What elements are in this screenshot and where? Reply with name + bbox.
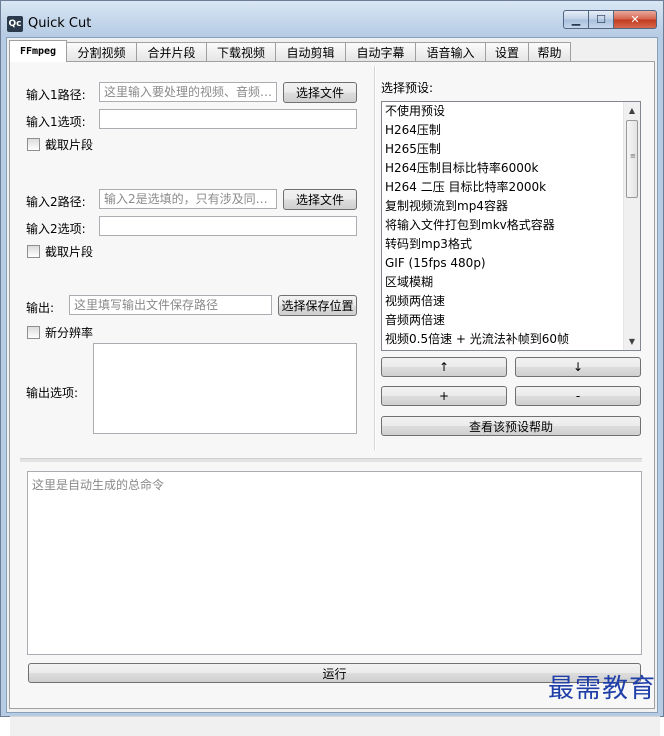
list-item[interactable]: GIF (15fps 480p) — [382, 254, 640, 273]
command-field[interactable] — [27, 471, 642, 655]
tab-ffmpeg[interactable]: FFmpeg — [9, 40, 67, 62]
list-item[interactable]: H264压制 — [382, 121, 640, 140]
client-area: FFmpeg 分割视频 合并片段 下载视频 自动剪辑 自动字幕 语音输入 设置 … — [6, 37, 660, 736]
maximize-icon: ☐ — [596, 13, 606, 26]
tab-help[interactable]: 帮助 — [528, 42, 571, 62]
ffmpeg-panel: 输入1路径: 选择文件 输入1选项: 截取片段 输入2路径: 选择文件 输入2选… — [9, 61, 660, 736]
input2-options-field[interactable] — [99, 216, 357, 236]
checkbox-icon — [27, 245, 40, 258]
list-item[interactable]: 不使用预设 — [382, 102, 640, 121]
add-preset-button[interactable]: + — [381, 386, 507, 406]
output-label: 输出: — [26, 301, 55, 315]
input1-options-label: 输入1选项: — [26, 115, 86, 129]
close-icon: ✕ — [630, 13, 640, 26]
checkbox-icon — [27, 326, 40, 339]
maximize-button[interactable]: ☐ — [589, 10, 614, 29]
tab-merge-clips[interactable]: 合并片段 — [136, 42, 207, 62]
new-resolution-label: 新分辨率 — [45, 326, 94, 340]
input1-clip-checkbox[interactable]: 截取片段 — [27, 136, 93, 153]
new-resolution-checkbox[interactable]: 新分辨率 — [27, 324, 93, 341]
title-bar[interactable]: Qc Quick Cut ▁ ☐ ✕ — [1, 1, 663, 37]
output-options-field[interactable] — [93, 343, 357, 434]
tab-voice-input[interactable]: 语音输入 — [415, 42, 486, 62]
input1-clip-label: 截取片段 — [45, 138, 94, 152]
output-path-field[interactable] — [69, 295, 272, 315]
list-item[interactable]: H264压制目标比特率6000k — [382, 159, 640, 178]
scrollbar-thumb[interactable]: ≡ — [626, 120, 638, 198]
scroll-down-icon[interactable]: ▼ — [624, 333, 640, 350]
tab-bar: FFmpeg 分割视频 合并片段 下载视频 自动剪辑 自动字幕 语音输入 设置 … — [9, 40, 571, 62]
input1-choose-file-button[interactable]: 选择文件 — [283, 82, 357, 103]
list-item[interactable]: 区域模糊 — [382, 273, 640, 292]
tab-auto-edit[interactable]: 自动剪辑 — [275, 42, 346, 62]
minimize-button[interactable]: ▁ — [563, 10, 589, 29]
input2-clip-checkbox[interactable]: 截取片段 — [27, 243, 93, 260]
input2-choose-file-button[interactable]: 选择文件 — [283, 189, 357, 210]
tab-auto-subtitle[interactable]: 自动字幕 — [345, 42, 416, 62]
close-button[interactable]: ✕ — [614, 10, 657, 29]
input1-options-field[interactable] — [99, 109, 357, 129]
choose-save-location-button[interactable]: 选择保存位置 — [278, 295, 357, 316]
move-preset-up-button[interactable]: ↑ — [381, 357, 507, 377]
scroll-up-icon[interactable]: ▲ — [624, 102, 640, 119]
list-item[interactable]: H265压制 — [382, 140, 640, 159]
input1-path-field[interactable] — [99, 82, 277, 102]
list-item[interactable]: 将输入文件打包到mkv格式容器 — [382, 216, 640, 235]
app-icon: Qc — [7, 16, 23, 32]
preset-list[interactable]: 不使用预设 H264压制 H265压制 H264压制目标比特率6000k H26… — [381, 101, 641, 351]
remove-preset-button[interactable]: - — [515, 386, 641, 406]
status-bar — [10, 716, 660, 736]
app-window: Qc Quick Cut ▁ ☐ ✕ FFmpeg 分割视频 合并片段 下载视频… — [0, 0, 664, 736]
checkbox-icon — [27, 138, 40, 151]
list-item[interactable]: H264 二压 目标比特率2000k — [382, 178, 640, 197]
input2-path-label: 输入2路径: — [26, 195, 86, 209]
window-controls: ▁ ☐ ✕ — [563, 10, 657, 29]
move-preset-down-button[interactable]: ↓ — [515, 357, 641, 377]
tab-split-video[interactable]: 分割视频 — [66, 42, 137, 62]
window-title: Quick Cut — [28, 16, 92, 31]
grip-icon: ≡ — [630, 152, 636, 160]
input2-path-field[interactable] — [99, 189, 277, 209]
preset-list-scrollbar[interactable]: ▲ ≡ ▼ — [623, 102, 640, 350]
tab-download-video[interactable]: 下载视频 — [206, 42, 276, 62]
list-item[interactable]: 音频两倍速 — [382, 311, 640, 330]
list-item[interactable]: 复制视频流到mp4容器 — [382, 197, 640, 216]
list-item[interactable]: 转码到mp3格式 — [382, 235, 640, 254]
input1-path-label: 输入1路径: — [26, 88, 86, 102]
preset-help-button[interactable]: 查看该预设帮助 — [381, 416, 641, 436]
list-item[interactable]: 视频两倍速 — [382, 292, 640, 311]
tab-settings[interactable]: 设置 — [485, 42, 529, 62]
presets-label: 选择预设: — [381, 81, 434, 95]
minimize-icon: ▁ — [571, 13, 581, 26]
input2-options-label: 输入2选项: — [26, 222, 86, 236]
watermark-text: 最需教育 — [547, 674, 656, 704]
input2-clip-label: 截取片段 — [45, 245, 94, 259]
output-options-label: 输出选项: — [26, 386, 79, 400]
vertical-divider — [374, 66, 376, 450]
horizontal-divider — [20, 458, 642, 462]
list-item[interactable]: 视频0.5倍速 + 光流法补帧到60帧 — [382, 330, 640, 349]
